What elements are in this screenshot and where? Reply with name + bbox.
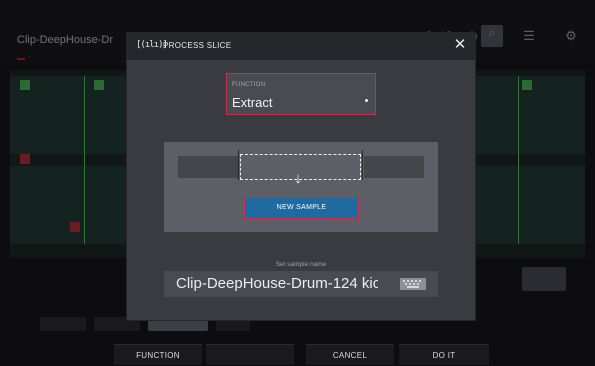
slice-flag (94, 80, 104, 90)
active-indicator (17, 58, 25, 60)
slice-flag (20, 80, 30, 90)
clip-title: Clip-DeepHouse-Dr (17, 34, 113, 46)
footer-bar: FUNCTION CANCEL DO IT (0, 344, 595, 365)
sample-block-left (178, 156, 238, 178)
footer-empty-button[interactable] (206, 344, 294, 365)
extract-diagram: ↓ NEW SAMPLE (164, 142, 438, 232)
do-it-button[interactable]: DO IT (399, 344, 489, 365)
sample-name-field[interactable]: Clip-DeepHouse-Drum-124 kicl (164, 271, 438, 297)
sample-name-value: Clip-DeepHouse-Drum-124 kicl (176, 275, 378, 292)
process-slice-dialog: [(ılı)] PROCESS SLICE ✕ FUNCTION Extract… (127, 33, 475, 320)
slice-marker-red (70, 222, 80, 232)
zoom-icon: ⌕ (481, 25, 503, 47)
list-icon: ☰ (523, 28, 535, 43)
function-value: Extract (232, 95, 273, 110)
settings-icon: ⚙ (565, 28, 577, 43)
down-arrow-icon: ↓ (294, 170, 302, 187)
slice-marker (84, 76, 85, 244)
side-button (522, 267, 566, 291)
function-select[interactable]: FUNCTION Extract (226, 73, 376, 115)
mode-chip (40, 317, 86, 331)
dialog-header: [(ılı)] PROCESS SLICE ✕ (127, 33, 475, 60)
dialog-title: PROCESS SLICE (163, 41, 232, 50)
new-sample-button[interactable]: NEW SAMPLE (244, 197, 359, 219)
slice-tick (238, 150, 239, 180)
slice-flag (522, 80, 532, 90)
sample-name-caption: Set sample name (275, 261, 327, 268)
slice-marker (518, 76, 519, 244)
function-caption: FUNCTION (232, 82, 266, 88)
dropdown-dot-icon (365, 99, 368, 102)
close-icon[interactable]: ✕ (452, 37, 468, 53)
keyboard-icon[interactable] (400, 278, 426, 290)
sample-block-right (364, 156, 424, 178)
slice-marker-red (20, 154, 30, 164)
function-button[interactable]: FUNCTION (114, 344, 202, 365)
slice-tick (362, 150, 363, 180)
cancel-button[interactable]: CANCEL (306, 344, 394, 365)
